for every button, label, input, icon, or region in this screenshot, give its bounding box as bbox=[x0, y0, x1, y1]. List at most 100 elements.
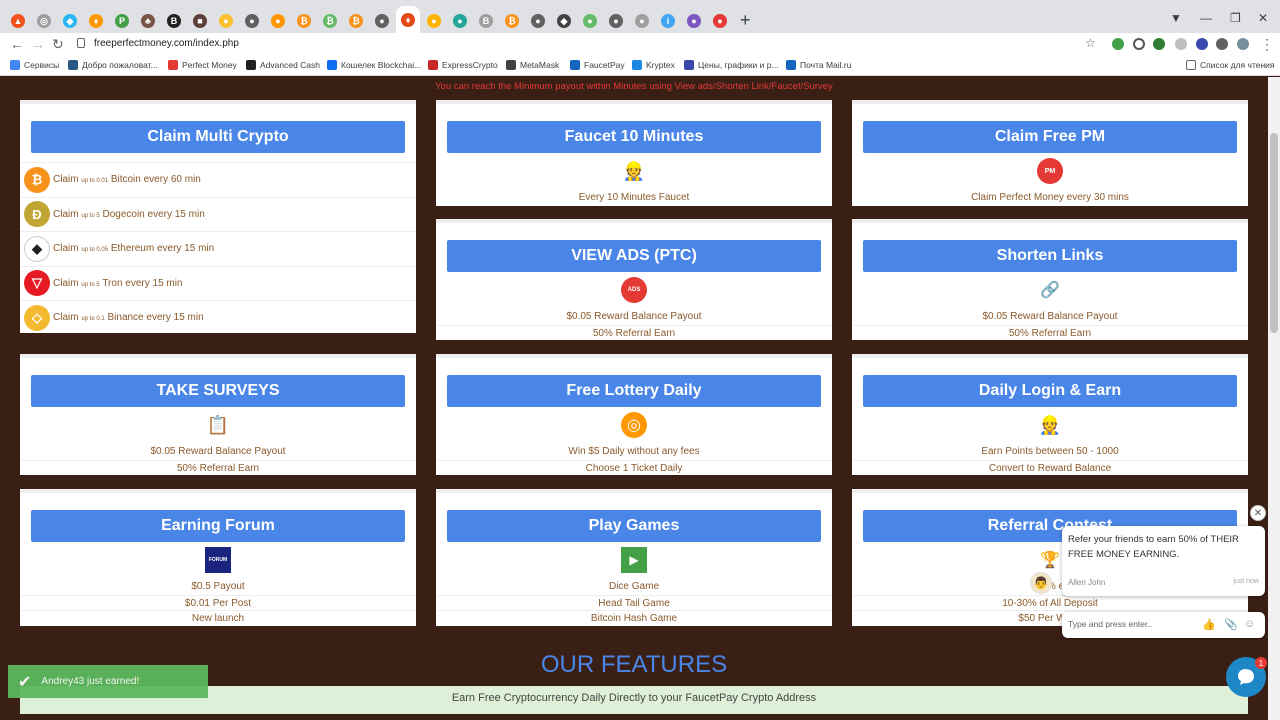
browser-tab[interactable]: ● bbox=[630, 9, 654, 33]
tab-search-icon[interactable]: ▼ bbox=[1170, 11, 1182, 25]
browser-tab[interactable]: ▲ bbox=[6, 9, 30, 33]
faucet-button[interactable]: Faucet 10 Minutes bbox=[447, 121, 821, 153]
browser-tab[interactable]: ● bbox=[682, 9, 706, 33]
bookmark-item[interactable]: Advanced Cash bbox=[246, 60, 320, 70]
browser-tab[interactable]: ₿ bbox=[500, 9, 524, 33]
coin-claim-row[interactable]: ◆ Claim up to 0.05 Ethereum every 15 min bbox=[20, 231, 416, 265]
extension-power-icon[interactable] bbox=[1153, 38, 1165, 50]
card-detail-line: Every 10 Minutes Faucet bbox=[578, 192, 690, 203]
binance-icon: ◇ bbox=[24, 304, 50, 331]
attach-icon[interactable]: 📎 bbox=[1224, 618, 1238, 631]
surveys-button[interactable]: TAKE SURVEYS bbox=[31, 375, 405, 407]
minimize-button[interactable]: — bbox=[1200, 11, 1212, 25]
scrollbar-thumb[interactable] bbox=[1270, 133, 1278, 333]
chat-message-bubble[interactable]: Refer your friends to earn 50% of THEIR … bbox=[1062, 526, 1265, 596]
thumbs-up-icon[interactable]: 👍 bbox=[1202, 618, 1216, 631]
browser-tab[interactable]: ● bbox=[448, 9, 472, 33]
bookmark-item[interactable]: Kryptex bbox=[632, 60, 675, 70]
bookmark-item[interactable]: Добро пожаловат... bbox=[68, 60, 158, 70]
bookmark-item[interactable]: ExpressCrypto bbox=[428, 60, 498, 70]
browser-tab[interactable]: ● bbox=[422, 9, 446, 33]
coin-claim-row[interactable]: Ð Claim up to 5 Dogecoin every 15 min bbox=[20, 196, 416, 231]
coin-claim-row[interactable]: ◇ Claim up to 0.1 Binance every 15 min bbox=[20, 300, 416, 334]
bookmark-item[interactable]: FaucetPay bbox=[570, 60, 625, 70]
coin-claim-text: Claim up to 0.05 Ethereum every 15 min bbox=[53, 243, 214, 254]
back-button[interactable]: ← bbox=[10, 37, 24, 51]
card-detail-line: Dice Game bbox=[608, 581, 659, 592]
extension-shield-icon[interactable] bbox=[1112, 38, 1124, 50]
address-bar[interactable]: freeperfectmoney.com/index.php ☆ bbox=[70, 33, 1100, 57]
browser-tab[interactable]: ■ bbox=[188, 9, 212, 33]
browser-tab[interactable]: ● bbox=[370, 9, 394, 33]
browser-tab[interactable]: P bbox=[110, 9, 134, 33]
forum-button[interactable]: Earning Forum bbox=[31, 510, 405, 542]
browser-tab[interactable]: ● bbox=[266, 9, 290, 33]
info-icon: i bbox=[661, 14, 675, 28]
bookmark-label: MetaMask bbox=[520, 60, 560, 70]
browser-tab[interactable]: ● bbox=[578, 9, 602, 33]
close-window-button[interactable]: ✕ bbox=[1258, 11, 1268, 25]
bookmark-item[interactable]: Perfect Money bbox=[168, 60, 237, 70]
emoji-icon[interactable]: ☺ bbox=[1244, 618, 1255, 630]
bookmark-favicon-icon bbox=[10, 60, 20, 70]
daily-login-button[interactable]: Daily Login & Earn bbox=[863, 375, 1237, 407]
claim-word: Claim bbox=[53, 208, 79, 220]
browser-menu-icon[interactable]: ⋮ bbox=[1260, 37, 1274, 51]
browser-tab[interactable]: ● bbox=[708, 9, 732, 33]
browser-tab[interactable]: ₿ bbox=[344, 9, 368, 33]
toast-text: Andrey43 just earned! bbox=[41, 676, 140, 687]
page-scrollbar[interactable] bbox=[1268, 77, 1280, 720]
browser-tab[interactable]: B bbox=[162, 9, 186, 33]
browser-tab[interactable]: ♦ bbox=[84, 9, 108, 33]
claim-amount: up to 5 bbox=[81, 281, 100, 288]
bookmark-item[interactable]: MetaMask bbox=[506, 60, 559, 70]
link-icon: 🔗 bbox=[1040, 282, 1060, 299]
bookmark-label: Добро пожаловат... bbox=[82, 60, 158, 70]
claim-pm-button[interactable]: Claim Free PM bbox=[863, 121, 1237, 153]
browser-tab[interactable]: i bbox=[656, 9, 680, 33]
browser-tab[interactable]: ♣ bbox=[136, 9, 160, 33]
bitcoin-icon: ₿ bbox=[24, 166, 50, 193]
bookmark-item[interactable]: Почта Mail.ru bbox=[786, 60, 851, 70]
bookmark-favicon-icon bbox=[506, 60, 516, 70]
bookmark-item[interactable]: Кошелек Blockchai... bbox=[327, 60, 421, 70]
browser-tab[interactable]: ₿ bbox=[292, 9, 316, 33]
browser-tab[interactable]: ◆ bbox=[552, 9, 576, 33]
lottery-button[interactable]: Free Lottery Daily bbox=[447, 375, 821, 407]
bookmark-item[interactable]: Цены, графики и р... bbox=[684, 60, 779, 70]
browser-tab[interactable]: ● bbox=[604, 9, 628, 33]
forward-button[interactable]: → bbox=[31, 37, 45, 51]
reload-button[interactable]: ↻ bbox=[52, 37, 64, 51]
coin-claim-row[interactable]: ▽ Claim up to 5 Tron every 15 min bbox=[20, 265, 416, 300]
shorten-button[interactable]: Shorten Links bbox=[863, 240, 1237, 272]
browser-tab[interactable]: ₿ bbox=[318, 9, 342, 33]
browser-tab[interactable]: ● bbox=[214, 9, 238, 33]
restore-button[interactable]: ❐ bbox=[1230, 11, 1241, 25]
claim-multi-crypto-button[interactable]: Claim Multi Crypto bbox=[31, 121, 405, 153]
browser-tab-strip: + ▼ — ❐ ✕ ▲ ◎ ◆ ♦ P ♣ B ■ ● ● ● ₿ ₿ ₿ ● ♦ ● ● B ₿ ● ◆ ● ● ● i ● ● bbox=[0, 0, 1280, 33]
reading-list[interactable]: Список для чтения bbox=[1186, 60, 1275, 70]
extensions-puzzle-icon[interactable] bbox=[1216, 38, 1228, 50]
bookmarks-bar: Список для чтения Сервисы Добро пожаловат… bbox=[0, 57, 1280, 76]
diamond-icon: ◆ bbox=[63, 14, 77, 28]
extension-circle-icon[interactable] bbox=[1133, 38, 1145, 50]
extension-grey-icon[interactable] bbox=[1175, 38, 1187, 50]
bookmark-label: Цены, графики и р... bbox=[698, 60, 779, 70]
browser-tab[interactable]: ● bbox=[240, 9, 264, 33]
forum-card: Earning Forum FORUM $0.5 Payout $0.01 Per P… bbox=[20, 489, 416, 626]
profile-avatar[interactable] bbox=[1237, 38, 1249, 50]
bookmark-star-icon[interactable]: ☆ bbox=[1085, 36, 1096, 50]
bookmark-item[interactable]: Сервисы bbox=[10, 60, 59, 70]
browser-tab[interactable]: ♦ bbox=[396, 6, 420, 33]
browser-tab[interactable]: ◆ bbox=[58, 9, 82, 33]
chat-close-button[interactable]: ✕ bbox=[1250, 505, 1266, 521]
browser-tab[interactable]: ◎ bbox=[32, 9, 56, 33]
coin-claim-row[interactable]: ₿ Claim up to 0.01 Bitcoin every 60 min bbox=[20, 162, 416, 196]
browser-tab[interactable]: ● bbox=[526, 9, 550, 33]
browser-tab[interactable]: B bbox=[474, 9, 498, 33]
new-tab-button[interactable]: + bbox=[740, 11, 751, 29]
extension-fox-icon[interactable] bbox=[1196, 38, 1208, 50]
view-ads-button[interactable]: VIEW ADS (PTC) bbox=[447, 240, 821, 272]
games-button[interactable]: Play Games bbox=[447, 510, 821, 542]
chat-input[interactable]: Type and press enter.. 👍 📎 ☺ bbox=[1062, 612, 1265, 638]
